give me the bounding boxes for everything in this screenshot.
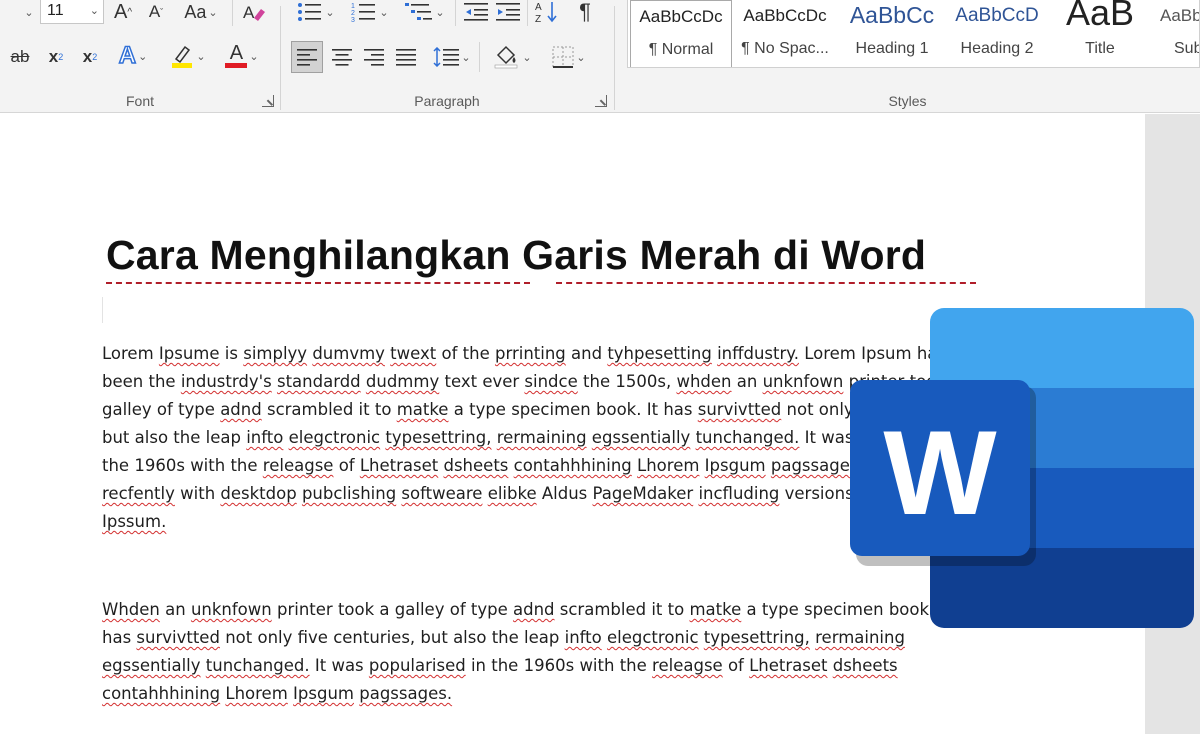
spelling-error-underline: [556, 282, 976, 284]
multilevel-list-button[interactable]: ⌄: [399, 0, 451, 24]
numbering-button[interactable]: 123 ⌄: [345, 0, 395, 24]
clear-formatting-button[interactable]: A: [240, 0, 268, 24]
align-center-icon: [332, 49, 352, 66]
font-name-dropdown[interactable]: ⌄: [18, 0, 38, 24]
chevron-down-icon: ⌄: [435, 6, 445, 19]
highlight-color-button[interactable]: ⌄: [164, 42, 212, 70]
chevron-down-icon: ⌄: [379, 6, 389, 19]
divider: [232, 0, 233, 26]
pilcrow-icon: ¶: [579, 0, 591, 24]
svg-text:Z: Z: [535, 14, 541, 24]
text-line: contahhhining Lhorem Ipsgum pagssages.: [102, 684, 453, 703]
line-spacing-icon: [433, 47, 460, 67]
align-center-button[interactable]: [327, 41, 357, 73]
clear-formatting-icon: A: [243, 3, 265, 22]
chevron-down-icon: ⌄: [522, 51, 532, 64]
change-case-button[interactable]: Aa ⌄: [178, 0, 224, 24]
svg-text:A: A: [535, 2, 542, 13]
spelling-error-underline: [106, 282, 530, 284]
text-line: has survivtted not only five centuries, …: [102, 628, 905, 647]
text-cursor: [102, 297, 103, 323]
chevron-down-icon: ⌄: [138, 50, 148, 63]
paragraph-group: ⌄ 123 ⌄ ⌄ AZ ¶ ⌄ ⌄ ⌄ Paragraph: [281, 0, 613, 113]
styles-group-label: Styles: [888, 93, 927, 109]
strikethrough-button[interactable]: ab: [6, 44, 34, 70]
chevron-down-icon: ⌄: [576, 51, 586, 64]
highlighter-icon: [172, 45, 193, 68]
align-right-button[interactable]: [359, 41, 389, 73]
font-color-swatch: [225, 63, 248, 68]
bullet-list-icon: [298, 3, 322, 21]
grow-font-button[interactable]: A ^: [110, 0, 136, 24]
sort-az-icon: AZ: [535, 2, 557, 24]
chevron-down-icon: ⌄: [89, 5, 99, 17]
divider: [527, 0, 528, 26]
ribbon: ⌄ 11 ⌄ A ^ Aˇ Aa ⌄ A ab x2 x2 A ⌄ ⌄ A ⌄ Font…: [0, 0, 1200, 113]
bullets-button[interactable]: ⌄: [291, 0, 341, 24]
borders-icon: [552, 46, 574, 68]
shading-button[interactable]: ⌄: [487, 41, 539, 73]
chevron-down-icon: ⌄: [461, 51, 471, 64]
decrease-indent-button[interactable]: [461, 0, 491, 24]
chevron-down-icon: ⌄: [196, 50, 206, 63]
line-spacing-button[interactable]: ⌄: [429, 41, 475, 73]
increase-indent-button[interactable]: [493, 0, 523, 24]
sort-button[interactable]: AZ: [533, 0, 561, 24]
text-effects-button[interactable]: A ⌄: [110, 41, 156, 70]
font-size-field[interactable]: 11 ⌄: [40, 0, 104, 24]
svg-text:3: 3: [351, 17, 355, 23]
svg-text:1: 1: [351, 3, 355, 10]
divider: [479, 42, 480, 72]
align-left-button[interactable]: [291, 41, 323, 73]
paragraph-dialog-launcher-icon[interactable]: [595, 95, 607, 107]
styles-group: Styles: [615, 0, 1200, 113]
numbered-list-icon: 123: [351, 3, 376, 23]
chevron-down-icon: ⌄: [24, 6, 34, 19]
font-dialog-launcher-icon[interactable]: [262, 95, 274, 107]
chevron-down-icon: ⌄: [249, 50, 259, 63]
increase-indent-icon: [496, 3, 520, 21]
divider: [455, 0, 456, 26]
document-title[interactable]: Cara Menghilangkan Garis Merah di Word: [106, 232, 926, 279]
svg-text:A: A: [243, 3, 255, 22]
font-group: ⌄ 11 ⌄ A ^ Aˇ Aa ⌄ A ab x2 x2 A ⌄ ⌄ A ⌄ Font: [0, 0, 280, 113]
borders-button[interactable]: ⌄: [543, 41, 595, 73]
align-left-icon: [297, 49, 317, 66]
shrink-font-button[interactable]: Aˇ: [143, 0, 169, 24]
subscript-button[interactable]: x2: [44, 44, 68, 70]
superscript-button[interactable]: x2: [78, 44, 102, 70]
svg-text:2: 2: [351, 10, 355, 17]
justify-button[interactable]: [391, 41, 421, 73]
multilevel-list-icon: [405, 3, 433, 20]
justify-icon: [396, 49, 416, 66]
font-group-label: Font: [125, 93, 154, 109]
paragraph-group-label: Paragraph: [414, 93, 480, 109]
paint-bucket-icon: [495, 45, 518, 69]
chevron-down-icon: ⌄: [325, 6, 335, 19]
chevron-down-icon: ⌄: [208, 6, 218, 19]
word-logo-letter: W: [883, 406, 997, 540]
align-right-icon: [364, 49, 384, 66]
decrease-indent-icon: [464, 3, 488, 21]
text-line: egssentially tunchanged. It was populari…: [102, 656, 898, 675]
show-formatting-marks-button[interactable]: ¶: [571, 0, 599, 24]
word-logo-icon: W: [850, 308, 1194, 628]
font-color-button[interactable]: A ⌄: [218, 42, 266, 70]
